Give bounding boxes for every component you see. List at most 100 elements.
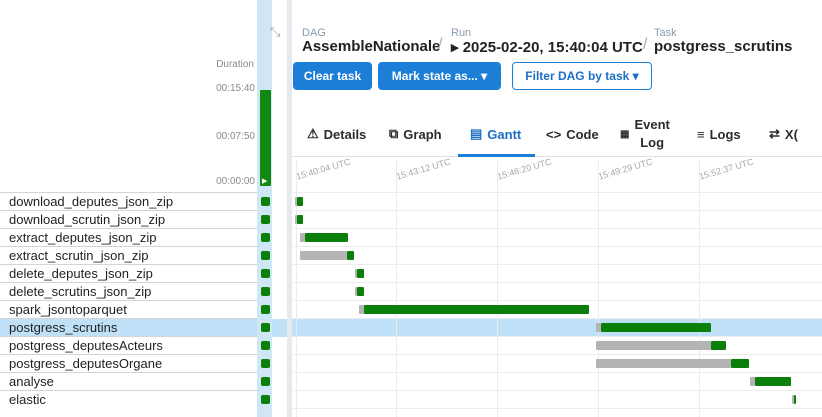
gantt-run-bar[interactable] — [601, 323, 711, 332]
grid-panel: Duration 00:15:40 00:07:50 00:00:00 ▶ do… — [0, 0, 288, 417]
mark-state-button[interactable]: Mark state as... ▾ — [378, 62, 501, 90]
task-row[interactable]: spark_jsontoparquet — [0, 300, 257, 318]
collapse-icon[interactable]: ⤡ — [270, 24, 280, 40]
breadcrumb-task[interactable]: postgress_scrutins — [654, 38, 792, 55]
tab-label: X( — [784, 126, 798, 142]
task-row[interactable]: delete_deputes_json_zip — [0, 264, 257, 282]
task-row[interactable]: delete_scrutins_json_zip — [0, 282, 257, 300]
gantt-queued-bar[interactable] — [300, 251, 347, 260]
tab-event-log[interactable]: ▦ Event Log — [620, 112, 670, 156]
breadcrumb-run[interactable]: ▸ 2025-02-20, 15:40:04 UTC — [451, 38, 643, 56]
task-instance-status-box[interactable] — [261, 251, 270, 260]
gantt-time-label: 15:52:37 UTC — [698, 156, 755, 182]
task-row[interactable]: download_scrutin_json_zip — [0, 210, 257, 228]
dag-run-duration-bar[interactable] — [260, 90, 271, 186]
tab-details[interactable]: ⚠ Details — [307, 112, 366, 156]
task-name: analyse — [9, 374, 54, 389]
tab-code[interactable]: <> Code — [546, 112, 599, 156]
gantt-gridline — [497, 160, 498, 417]
breadcrumb-separator: / — [643, 36, 648, 53]
breadcrumb-dag[interactable]: AssembleNationale — [302, 38, 440, 55]
gantt-gridline — [598, 160, 599, 417]
gantt-row-line — [293, 246, 822, 247]
task-name: delete_scrutins_json_zip — [9, 284, 152, 299]
task-instance-status-box[interactable] — [261, 197, 270, 206]
gantt-run-bar[interactable] — [357, 269, 364, 278]
duration-label: Duration — [216, 59, 254, 70]
gantt-queued-bar[interactable] — [596, 359, 731, 368]
task-name: download_scrutin_json_zip — [9, 212, 166, 227]
tab-label: Details — [323, 126, 367, 142]
task-row[interactable]: download_deputes_json_zip — [0, 192, 257, 210]
gantt-run-bar[interactable] — [297, 215, 303, 224]
tab-label: Code — [566, 126, 599, 142]
task-row[interactable]: extract_scrutin_json_zip — [0, 246, 257, 264]
gantt-row-line — [293, 372, 822, 373]
gantt-row-line — [293, 336, 822, 337]
task-name: delete_deputes_json_zip — [9, 266, 153, 281]
tab-graph[interactable]: ⧉ Graph — [389, 112, 442, 156]
gantt-row-line — [293, 408, 822, 409]
warning-icon: ⚠ — [307, 126, 319, 141]
task-instance-status-box[interactable] — [261, 233, 270, 242]
gantt-row-line — [293, 210, 822, 211]
graph-icon: ⧉ — [389, 126, 399, 141]
task-instance-status-box[interactable] — [261, 215, 270, 224]
task-name: postgress_deputesActeurs — [9, 338, 163, 353]
task-instance-status-box[interactable] — [261, 269, 270, 278]
tab-logs[interactable]: ≡ Logs — [697, 112, 741, 156]
gantt-row-line — [293, 390, 822, 391]
gantt-run-bar[interactable] — [357, 287, 364, 296]
task-instance-status-box[interactable] — [261, 341, 270, 350]
tab-xcom[interactable]: ⇄ X( — [769, 112, 798, 156]
tab-label: Logs — [709, 126, 741, 142]
filter-dag-button[interactable]: Filter DAG by task ▾ — [512, 62, 652, 90]
duration-tick-zero: 00:00:00 — [216, 176, 255, 187]
swap-icon: ⇄ — [769, 126, 780, 141]
gantt-icon: ▤ — [470, 126, 483, 141]
breadcrumb-separator: / — [438, 36, 443, 53]
task-instance-status-box[interactable] — [261, 395, 270, 404]
task-instance-status-box[interactable] — [261, 287, 270, 296]
gantt-run-bar[interactable] — [794, 395, 796, 404]
task-name: spark_jsontoparquet — [9, 302, 127, 317]
task-instance-status-box[interactable] — [261, 359, 270, 368]
gantt-row-line — [293, 264, 822, 265]
gantt-run-bar[interactable] — [731, 359, 749, 368]
gantt-run-bar[interactable] — [297, 197, 303, 206]
gantt-row-line — [293, 318, 822, 319]
gantt-run-bar[interactable] — [347, 251, 354, 260]
gantt-row-line — [293, 282, 822, 283]
task-row[interactable]: postgress_scrutins — [0, 318, 257, 336]
task-row[interactable]: extract_deputes_json_zip — [0, 228, 257, 246]
panel-divider[interactable] — [287, 0, 292, 417]
gantt-run-bar[interactable] — [364, 305, 589, 314]
task-row[interactable]: elastic — [0, 390, 257, 408]
duration-tick-max: 00:15:40 — [216, 83, 255, 94]
calendar-icon: ▦ — [620, 128, 630, 140]
tabs-border — [293, 156, 822, 157]
dag-run-column[interactable] — [257, 0, 272, 417]
gantt-run-bar[interactable] — [755, 377, 791, 386]
task-row[interactable]: postgress_deputesActeurs — [0, 336, 257, 354]
play-icon: ▶ — [262, 178, 268, 185]
gantt-row-line — [293, 228, 822, 229]
gantt-run-bar[interactable] — [711, 341, 726, 350]
task-instance-status-box[interactable] — [261, 323, 270, 332]
task-name: download_deputes_json_zip — [9, 194, 174, 209]
task-row[interactable]: analyse — [0, 372, 257, 390]
task-name: extract_deputes_json_zip — [9, 230, 157, 245]
task-instance-status-box[interactable] — [261, 377, 270, 386]
gantt-time-label: 15:49:29 UTC — [597, 156, 654, 182]
tab-gantt[interactable]: ▤ Gantt — [470, 112, 521, 156]
active-tab-indicator — [458, 154, 535, 157]
task-instance-status-box[interactable] — [261, 305, 270, 314]
gantt-time-label: 15:40:04 UTC — [295, 156, 352, 182]
gantt-time-label: 15:46:20 UTC — [496, 156, 553, 182]
gantt-row-line — [293, 300, 822, 301]
gantt-run-bar[interactable] — [305, 233, 348, 242]
task-row[interactable]: postgress_deputesOrgane — [0, 354, 257, 372]
clear-task-button[interactable]: Clear task — [293, 62, 372, 90]
gantt-gridline — [396, 160, 397, 417]
gantt-queued-bar[interactable] — [596, 341, 711, 350]
